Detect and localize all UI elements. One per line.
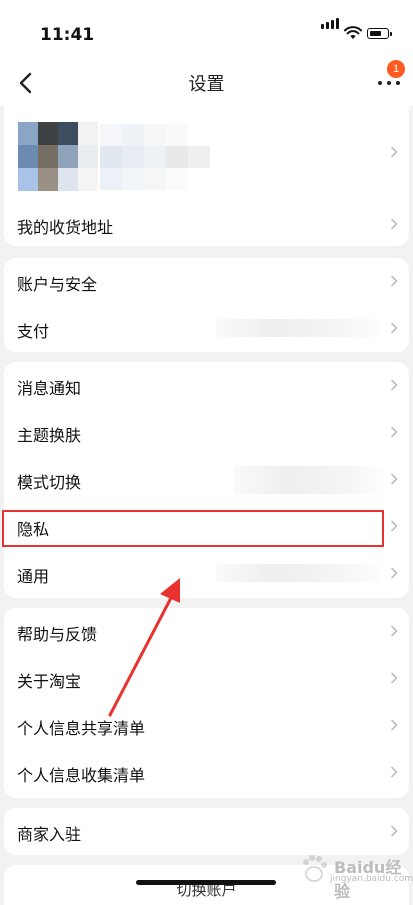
- settings-item-general[interactable]: 通用: [4, 550, 409, 597]
- profile-name-blurred: [100, 124, 210, 192]
- avatar-pixel: [58, 145, 78, 168]
- avatar-pixel: [18, 122, 38, 145]
- chevron-right-icon: [390, 672, 398, 684]
- account-card: 账户与安全 支付: [4, 258, 409, 352]
- settings-item-info-sharing-list[interactable]: 个人信息共享清单: [4, 702, 409, 749]
- blurred-value: [216, 319, 381, 337]
- chevron-right-icon: [390, 379, 398, 391]
- info-card: 帮助与反馈 关于淘宝 个人信息共享清单 个人信息收集清单: [4, 608, 409, 798]
- settings-item-address[interactable]: 我的收货地址: [4, 201, 409, 246]
- settings-item-label: 个人信息收集清单: [17, 766, 146, 785]
- chevron-right-icon: [390, 719, 398, 731]
- chevron-right-icon: [390, 218, 398, 230]
- settings-item-about[interactable]: 关于淘宝: [4, 655, 409, 702]
- settings-item-info-collection-list[interactable]: 个人信息收集清单: [4, 749, 409, 796]
- wifi-icon: [344, 26, 362, 39]
- settings-item-label: 帮助与反馈: [17, 625, 98, 644]
- merchant-card: 商家入驻: [4, 808, 409, 855]
- settings-item-merchant[interactable]: 商家入驻: [4, 808, 409, 855]
- watermark-url: jingyan.baidu.com: [330, 874, 413, 884]
- chevron-right-icon: [390, 146, 398, 158]
- settings-item-help-feedback[interactable]: 帮助与反馈: [4, 608, 409, 655]
- avatar-pixel: [38, 145, 58, 168]
- avatar-pixel: [78, 122, 98, 145]
- settings-item-notifications[interactable]: 消息通知: [4, 362, 409, 409]
- chevron-right-icon: [390, 322, 398, 334]
- avatar-pixel: [18, 168, 38, 191]
- settings-item-label: 账户与安全: [17, 275, 98, 294]
- avatar-pixel: [78, 145, 98, 168]
- notification-badge: 1: [387, 60, 405, 78]
- preferences-card: 消息通知 主题换肤 模式切换 隐私 通用: [4, 362, 409, 598]
- avatar-pixel: [58, 168, 78, 191]
- profile-row[interactable]: [4, 106, 409, 201]
- settings-item-label: 模式切换: [17, 473, 82, 492]
- settings-item-label: 通用: [17, 567, 50, 586]
- nav-bar: 设置: [0, 60, 413, 106]
- settings-item-label: 消息通知: [17, 379, 82, 398]
- chevron-right-icon: [390, 625, 398, 637]
- chevron-right-icon: [390, 825, 398, 837]
- blurred-value: [216, 564, 381, 582]
- chevron-right-icon: [390, 275, 398, 287]
- home-indicator: [136, 880, 276, 885]
- avatar-pixel: [38, 168, 58, 191]
- chevron-right-icon: [390, 766, 398, 778]
- settings-item-mode[interactable]: 模式切换: [4, 456, 409, 503]
- chevron-right-icon: [390, 567, 398, 579]
- avatar-pixel: [78, 168, 98, 191]
- settings-item-privacy[interactable]: 隐私: [4, 503, 409, 550]
- avatar-pixel: [18, 145, 38, 168]
- settings-item-payment[interactable]: 支付: [4, 305, 409, 352]
- settings-item-theme[interactable]: 主题换肤: [4, 409, 409, 456]
- settings-item-label: 主题换肤: [17, 426, 82, 445]
- settings-item-label: 商家入驻: [17, 825, 82, 844]
- settings-item-label: 关于淘宝: [17, 672, 82, 691]
- status-bar: 11:41: [0, 0, 413, 60]
- avatar: [18, 122, 98, 192]
- status-time: 11:41: [40, 25, 95, 45]
- settings-item-label: 我的收货地址: [17, 218, 114, 237]
- chevron-right-icon: [390, 426, 398, 438]
- settings-item-label: 个人信息共享清单: [17, 719, 146, 738]
- settings-item-label: 支付: [17, 322, 50, 341]
- chevron-right-icon: [390, 473, 398, 485]
- avatar-pixel: [38, 122, 58, 145]
- avatar-pixel: [58, 122, 78, 145]
- page-title: 设置: [188, 74, 225, 95]
- chevron-right-icon: [390, 520, 398, 532]
- battery-icon: [367, 28, 392, 39]
- settings-item-label: 隐私: [17, 520, 50, 539]
- blurred-value: [234, 466, 384, 494]
- settings-item-account-security[interactable]: 账户与安全: [4, 258, 409, 305]
- profile-card: 我的收货地址: [4, 106, 409, 246]
